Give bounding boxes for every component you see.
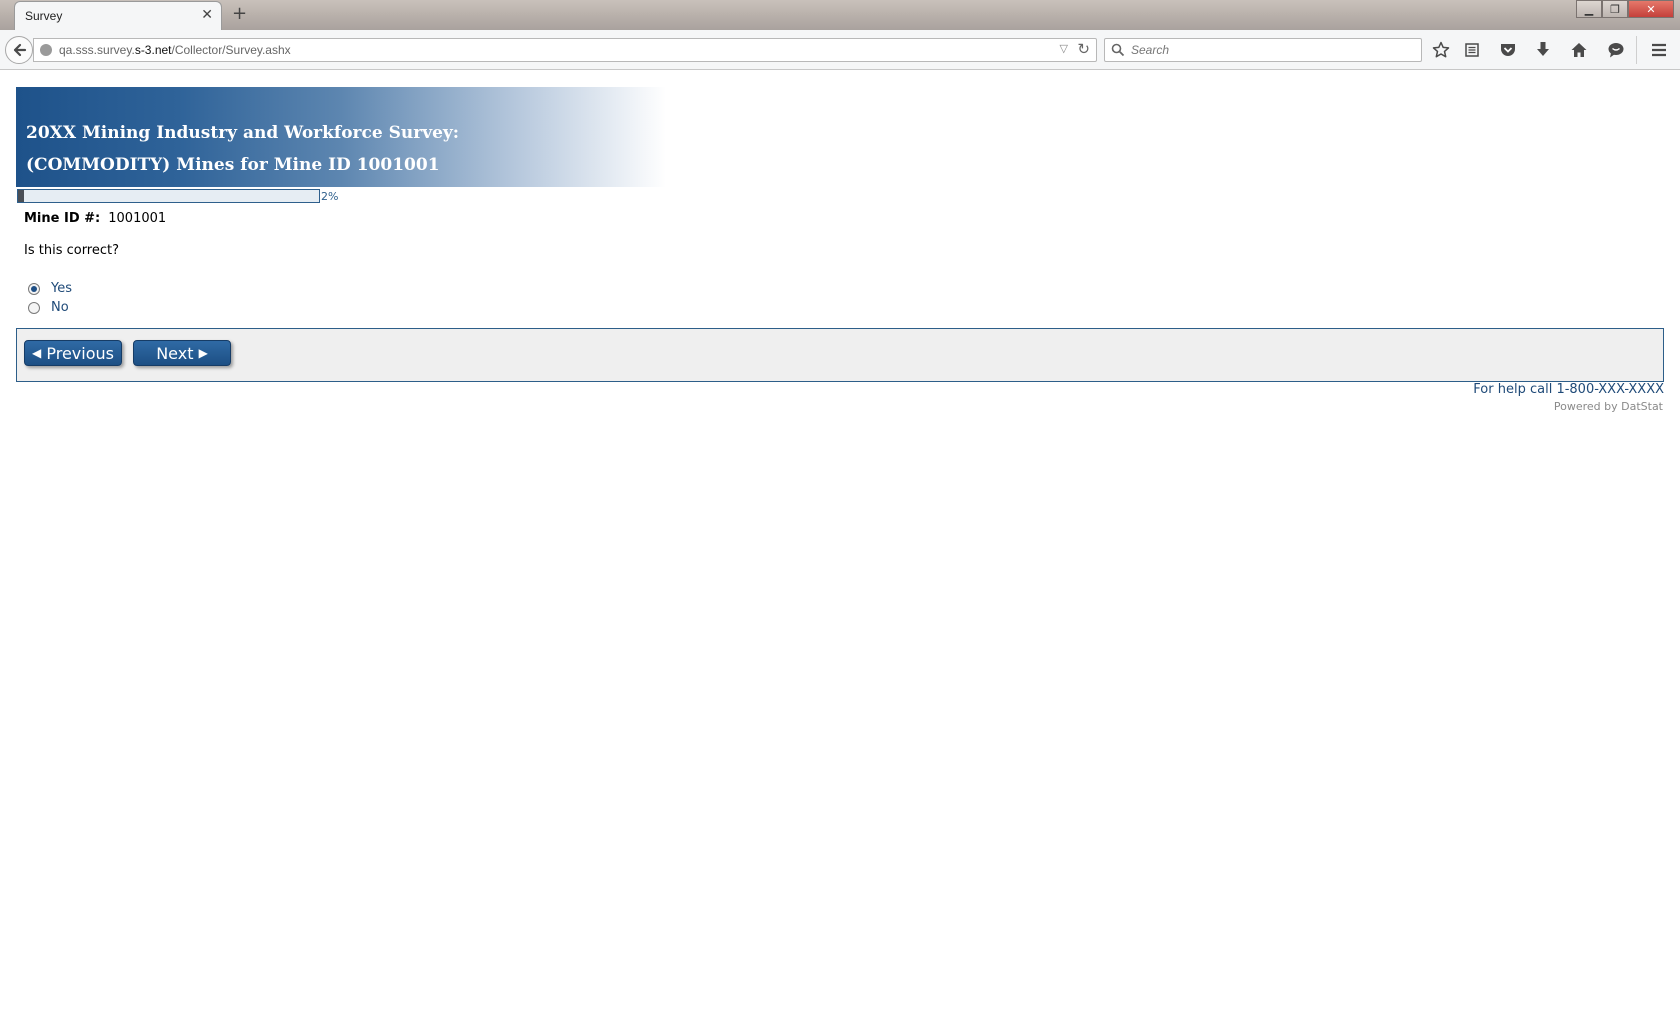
browser-tab[interactable]: Survey ✕ (14, 1, 222, 30)
previous-arrow-icon: ◀ (32, 346, 42, 360)
back-arrow-icon (13, 43, 27, 57)
previous-button[interactable]: ◀ Previous (24, 340, 122, 366)
tab-title: Survey (25, 9, 63, 23)
option-yes[interactable]: Yes (28, 281, 72, 296)
navigation-panel: ◀ Previous Next ▶ (16, 328, 1664, 382)
option-no-label[interactable]: No (51, 300, 69, 315)
restore-icon[interactable]: ❐ (1602, 0, 1628, 18)
tab-close-icon[interactable]: ✕ (201, 7, 213, 23)
radio-button-yes[interactable] (28, 282, 40, 295)
question-text: Is this correct? (24, 243, 120, 258)
browser-toolbar: qa.sss.survey.s-3.net/Collector/Survey.a… (0, 30, 1680, 70)
bookmark-star-icon[interactable] (1430, 39, 1452, 61)
window-close-icon[interactable]: ✕ (1628, 0, 1674, 18)
survey-title-line2: (COMMODITY) Mines for Mine ID 1001001 (26, 155, 440, 175)
next-label: Next (156, 343, 194, 363)
url-dropdown-icon[interactable]: ▽ (1060, 42, 1068, 55)
minimize-icon[interactable]: ▁ (1576, 0, 1602, 18)
option-no[interactable]: No (28, 300, 69, 315)
browser-titlebar: Survey ✕ + ▁ ❐ ✕ (0, 0, 1680, 30)
pocket-icon[interactable] (1497, 39, 1519, 61)
next-button[interactable]: Next ▶ (133, 340, 231, 366)
address-bar[interactable]: qa.sss.survey.s-3.net/Collector/Survey.a… (33, 38, 1097, 62)
reload-icon[interactable]: ↻ (1077, 40, 1090, 58)
back-button[interactable] (5, 36, 33, 64)
search-placeholder: Search (1131, 43, 1170, 57)
bookmarks-list-icon[interactable] (1461, 39, 1483, 61)
survey-title: 20XX Mining Industry and Workforce Surve… (26, 117, 626, 181)
next-arrow-icon: ▶ (198, 346, 208, 360)
url-text: qa.sss.survey.s-3.net/Collector/Survey.a… (59, 43, 291, 57)
progress-fill (18, 190, 25, 202)
previous-label: Previous (46, 343, 114, 363)
mine-id-label: Mine ID #: (24, 211, 101, 226)
chat-hello-icon[interactable] (1605, 39, 1627, 61)
search-bar[interactable]: Search (1104, 38, 1422, 62)
search-icon (1111, 43, 1125, 57)
mine-id-row: Mine ID #: 1001001 (24, 211, 166, 226)
radio-button-no[interactable] (28, 301, 40, 314)
help-text: For help call 1-800-XXX-XXXX (1473, 382, 1664, 397)
toolbar-separator (1636, 36, 1637, 64)
option-yes-label[interactable]: Yes (51, 281, 72, 296)
new-tab-icon[interactable]: + (232, 3, 247, 24)
downloads-icon[interactable] (1532, 39, 1554, 61)
site-identity-icon[interactable] (40, 44, 52, 56)
mine-id-value: 1001001 (108, 211, 167, 226)
survey-title-line1: 20XX Mining Industry and Workforce Surve… (26, 123, 460, 143)
home-icon[interactable] (1568, 39, 1590, 61)
progress-label: 2% (321, 190, 339, 203)
menu-hamburger-icon[interactable] (1648, 39, 1670, 61)
progress-bar (17, 189, 320, 203)
powered-by[interactable]: Powered by DatStat (1554, 400, 1663, 413)
window-controls: ▁ ❐ ✕ (1576, 0, 1674, 20)
survey-banner: 20XX Mining Industry and Workforce Surve… (16, 87, 666, 187)
